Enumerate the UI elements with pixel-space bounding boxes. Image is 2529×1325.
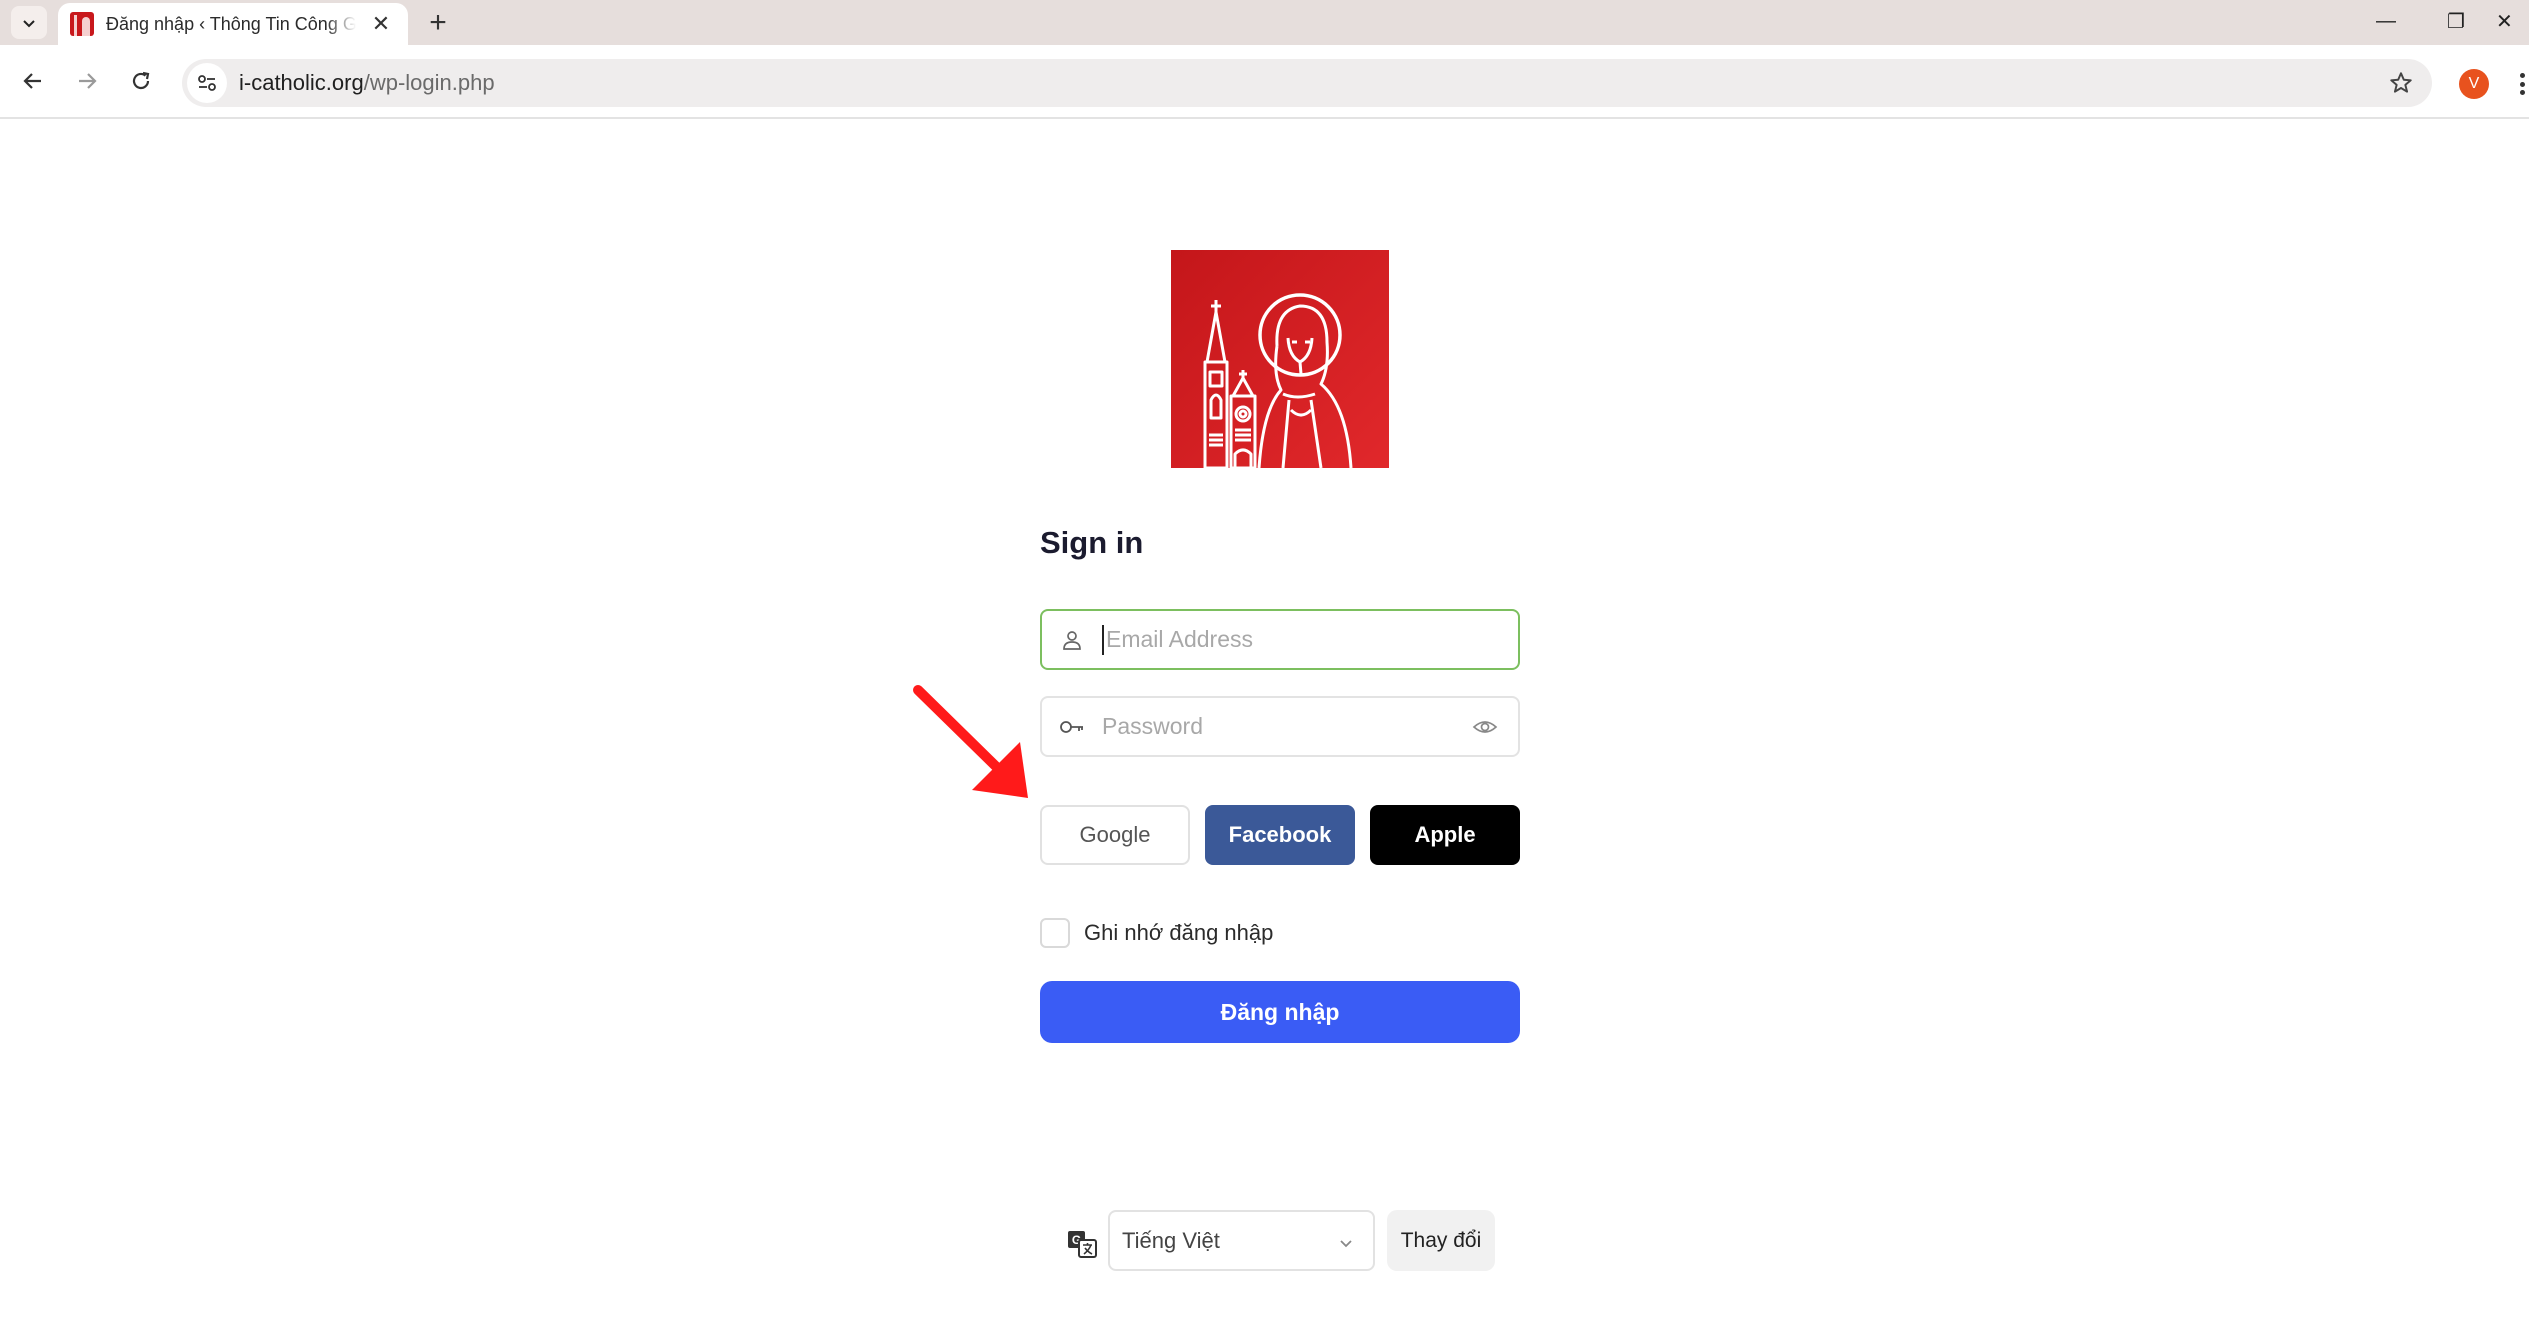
tune-icon	[198, 75, 216, 91]
annotation-arrow-icon	[910, 680, 1040, 810]
email-input[interactable]	[1102, 624, 1518, 655]
language-selected-value: Tiếng Việt	[1122, 1227, 1220, 1253]
browser-tab-active[interactable]: Đăng nhập ‹ Thông Tin Công Giáo ✕	[58, 3, 408, 45]
address-bar[interactable]: i-catholic.org/wp-login.php	[182, 59, 2432, 107]
url-path: /wp-login.php	[363, 70, 495, 95]
tab-search-button[interactable]	[11, 6, 47, 39]
password-input[interactable]	[1102, 698, 1518, 755]
page-title: Sign in	[1040, 525, 1144, 560]
new-tab-button[interactable]: +	[420, 6, 456, 40]
chevron-down-icon	[23, 19, 35, 27]
close-tab-icon[interactable]: ✕	[368, 11, 394, 37]
password-field	[1040, 696, 1520, 757]
reload-button[interactable]	[121, 61, 161, 101]
apple-login-button[interactable]: Apple	[1370, 805, 1520, 865]
site-favicon-icon	[70, 12, 94, 36]
cathedral-madonna-logo-icon	[1203, 293, 1353, 468]
site-info-button[interactable]	[187, 63, 227, 103]
email-field	[1040, 609, 1520, 670]
change-language-button[interactable]: Thay đổi	[1387, 1210, 1495, 1271]
remember-me-label[interactable]: Ghi nhớ đăng nhập	[1084, 920, 1273, 946]
google-login-button[interactable]: Google	[1040, 805, 1190, 865]
close-window-button[interactable]: ✕	[2496, 0, 2529, 42]
restore-window-button[interactable]: ❐	[2426, 0, 2486, 42]
show-password-eye-icon[interactable]	[1472, 714, 1498, 740]
forward-button[interactable]	[67, 61, 107, 101]
url-text: i-catholic.org/wp-login.php	[239, 70, 495, 96]
login-submit-button[interactable]: Đăng nhập	[1040, 981, 1520, 1043]
minimize-window-button[interactable]: —	[2356, 0, 2416, 42]
translate-icon: G	[1066, 1228, 1098, 1260]
profile-avatar[interactable]: V	[2459, 69, 2489, 99]
language-select[interactable]: Tiếng Việt	[1108, 1210, 1375, 1271]
arrow-right-icon	[79, 73, 97, 89]
browser-menu-icon[interactable]	[2516, 67, 2529, 101]
remember-me-checkbox[interactable]	[1040, 918, 1070, 948]
bookmark-star-icon[interactable]	[2386, 68, 2416, 98]
reload-icon	[132, 71, 150, 90]
url-host: i-catholic.org	[239, 70, 364, 95]
browser-tab-strip: Đăng nhập ‹ Thông Tin Công Giáo ✕ + — ❐ …	[0, 0, 2529, 45]
key-icon	[1042, 698, 1102, 755]
user-icon	[1042, 611, 1102, 668]
back-button[interactable]	[13, 61, 53, 101]
facebook-login-button[interactable]: Facebook	[1205, 805, 1355, 865]
remember-me-row: Ghi nhớ đăng nhập	[1040, 918, 1273, 948]
tab-title: Đăng nhập ‹ Thông Tin Công Giáo	[106, 13, 356, 34]
chevron-down-icon	[1337, 1232, 1355, 1250]
browser-toolbar: i-catholic.org/wp-login.php V	[0, 45, 2529, 119]
arrow-left-icon	[23, 73, 41, 89]
site-logo	[1171, 250, 1389, 468]
